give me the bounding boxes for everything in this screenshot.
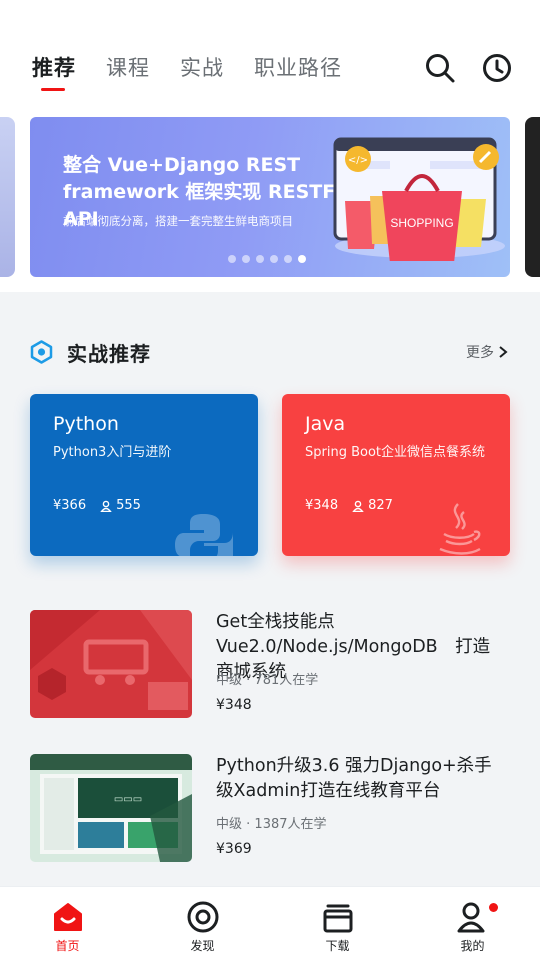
svg-text:▭▭▭: ▭▭▭ [114, 794, 142, 805]
search-icon[interactable] [424, 52, 456, 84]
nav-label: 我的 [460, 939, 485, 953]
course-meta: 中级 · 781人在学 [216, 669, 318, 688]
card-students: 555 [116, 498, 141, 513]
hexagon-icon [30, 340, 53, 364]
section-header: 实战推荐 更多 [30, 338, 510, 366]
banner-art-text: SHOPPING [390, 216, 453, 230]
card-description: Spring Boot企业微信点餐系统 [305, 445, 486, 460]
card-students: 827 [368, 498, 393, 513]
bottom-nav: 首页 发现 下载 我的 [0, 886, 540, 960]
home-icon [53, 903, 82, 931]
card-meta: ¥348 827 [305, 498, 393, 513]
download-icon [323, 904, 352, 933]
card-description: Python3入门与进阶 [53, 445, 172, 460]
profile-icon [457, 902, 484, 933]
nav-label: 首页 [55, 939, 80, 953]
course-meta: 中级 · 1387人在学 [216, 813, 327, 832]
course-price: ¥348 [216, 697, 252, 713]
notification-badge [489, 903, 498, 912]
course-title: Python升级3.6 强力Django+杀手级Xadmin打造在线教育平台 [216, 756, 492, 801]
section-title: 实战推荐 [67, 342, 151, 366]
carousel-dot[interactable] [228, 255, 236, 263]
svg-text:</>: </> [348, 155, 368, 166]
carousel-dot[interactable] [270, 255, 278, 263]
course-card-java[interactable]: Java Spring Boot企业微信点餐系统 ¥348 827 [282, 394, 510, 556]
tab-courses[interactable]: 课程 [106, 52, 150, 82]
course-learners: 1387人在学 [254, 817, 327, 832]
user-icon [352, 500, 364, 512]
carousel-dot[interactable] [242, 255, 250, 263]
nav-download[interactable]: 下载 [270, 887, 405, 960]
meta-separator: · [242, 817, 255, 832]
carousel-dot[interactable] [256, 255, 264, 263]
course-price: ¥369 [216, 841, 252, 857]
course-level: 中级 [216, 817, 243, 832]
card-title: Java [305, 413, 346, 435]
nav-home[interactable]: 首页 [0, 887, 135, 960]
nav-label: 下载 [325, 939, 350, 953]
tab-recommend[interactable]: 推荐 [32, 52, 76, 91]
tab-career-path[interactable]: 职业路径 [254, 52, 342, 82]
user-icon [100, 500, 112, 512]
carousel-dot-active[interactable] [298, 255, 306, 263]
meta-separator: · [242, 673, 255, 688]
nav-profile[interactable]: 我的 [405, 887, 540, 960]
nav-discover[interactable]: 发现 [135, 887, 270, 960]
banner-next-peek[interactable] [525, 117, 540, 277]
course-level: 中级 [216, 673, 243, 688]
course-thumbnail: ▭▭▭ [30, 754, 192, 862]
course-thumbnail [30, 610, 192, 718]
more-label: 更多 [466, 345, 494, 361]
card-title: Python [53, 413, 119, 435]
discover-icon [187, 901, 218, 933]
course-card-python[interactable]: Python Python3入门与进阶 ¥366 555 [30, 394, 258, 556]
tab-practice[interactable]: 实战 [180, 52, 224, 82]
carousel-indicator [228, 255, 306, 263]
shopping-illustration: </> SHOPPING [333, 137, 505, 261]
java-logo-icon [439, 503, 481, 555]
list-item[interactable]: Get全栈技能点Vue2.0/Node.js/MongoDB 打造商城系统 中级… [30, 610, 510, 718]
carousel-dot[interactable] [284, 255, 292, 263]
history-icon[interactable] [481, 52, 513, 84]
banner-carousel[interactable]: 整合 Vue+Django REST framework 框架实现 RESTFu… [30, 117, 510, 277]
banner-prev-peek[interactable] [0, 117, 15, 277]
card-meta: ¥366 555 [53, 498, 141, 513]
chevron-right-icon [499, 346, 508, 358]
card-price: ¥366 [53, 498, 87, 513]
python-logo-icon [175, 514, 233, 556]
header: 推荐 课程 实战 职业路径 整合 Vue+Django REST framewo… [0, 0, 540, 292]
list-item[interactable]: ▭▭▭ Python升级3.6 强力Django+杀手级Xadmin打造在线教育… [30, 754, 510, 862]
more-link[interactable]: 更多 [466, 342, 508, 362]
top-tab-bar: 推荐 课程 实战 职业路径 [32, 52, 372, 91]
card-price: ¥348 [305, 498, 339, 513]
banner-subtitle: 前后端彻底分离，搭建一套完整生鲜电商项目 [63, 214, 293, 228]
course-learners: 781人在学 [254, 673, 319, 688]
nav-label: 发现 [190, 939, 215, 953]
